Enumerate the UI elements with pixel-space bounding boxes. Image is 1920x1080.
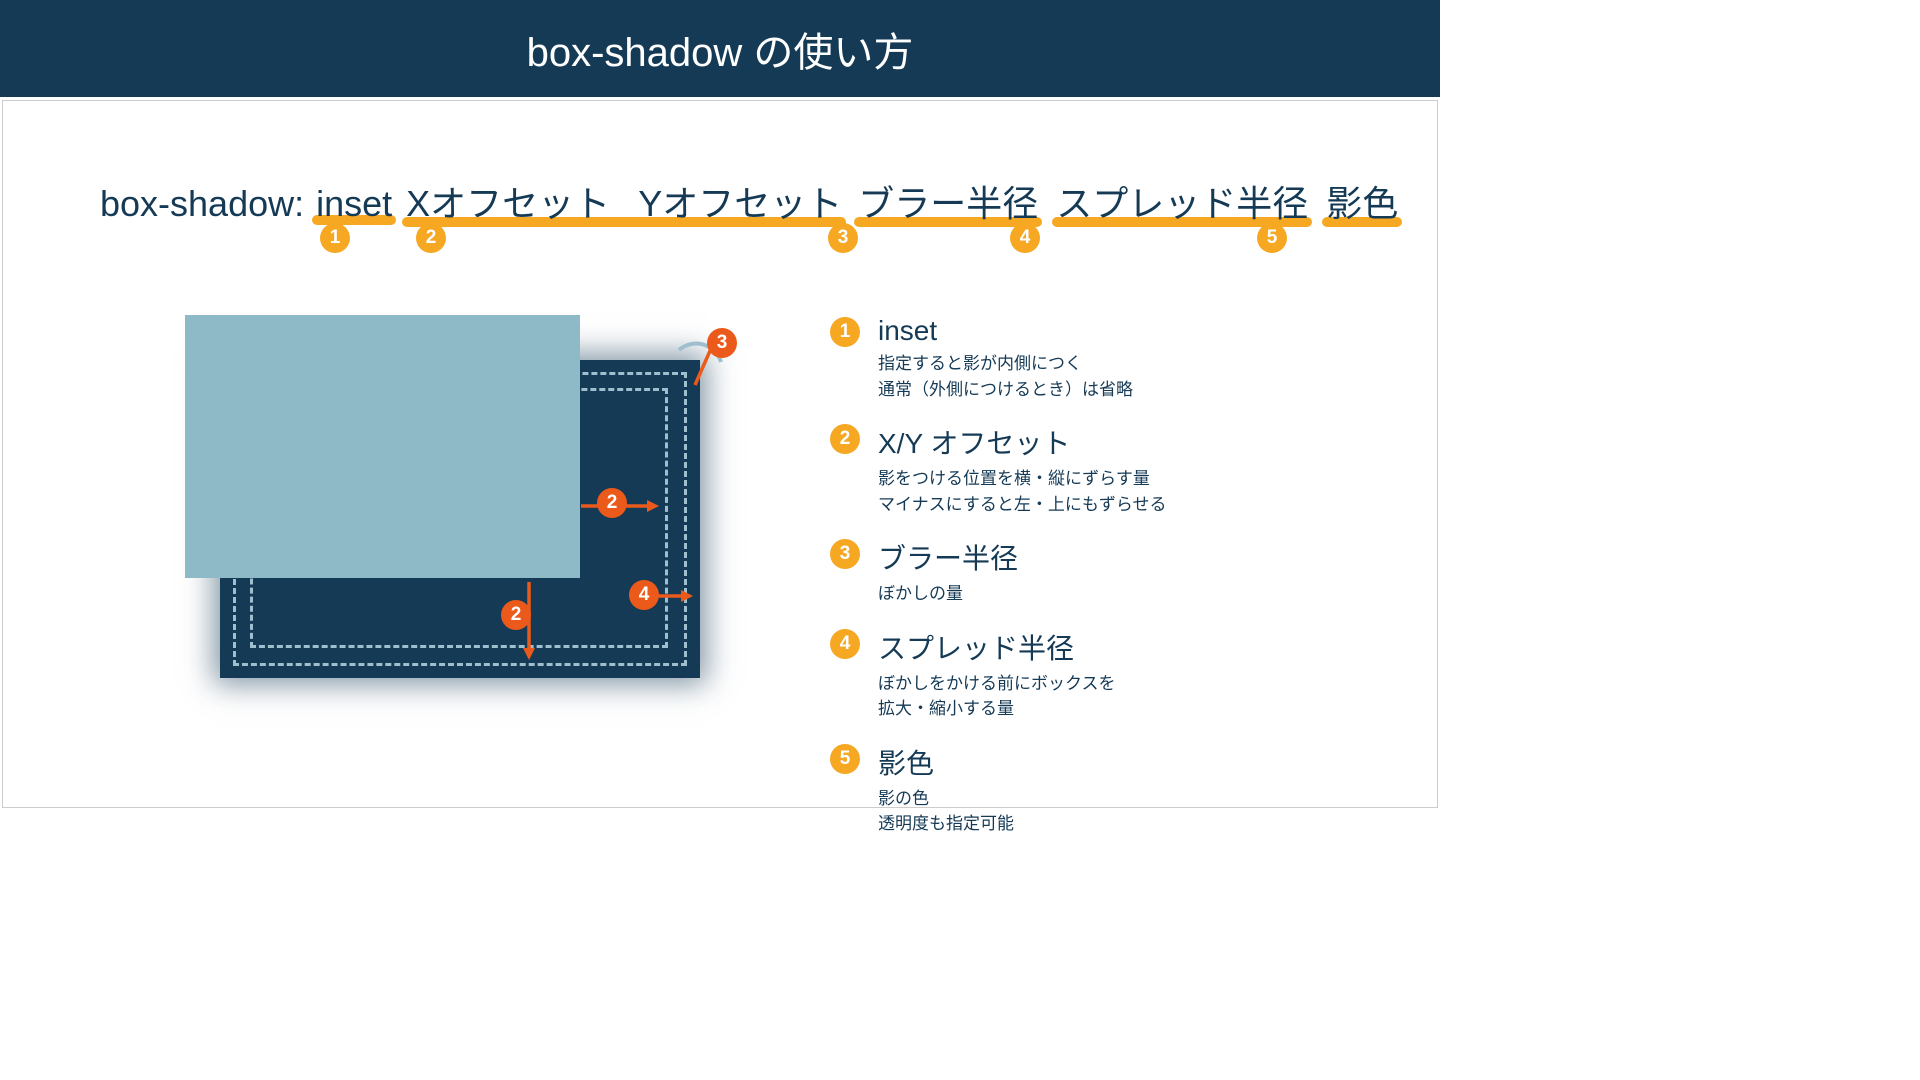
legend-title-blur: ブラー半径 [878,537,1018,577]
token-xoffset: Xオフセット [406,183,610,224]
token-blur: ブラー半径 [858,183,1038,224]
token-spread: スプレッド半径 [1056,183,1308,224]
page-header: box-shadow の使い方 [0,0,1440,97]
legend-desc-spread-a: ぼかしをかける前にボックスを [878,671,1116,697]
arrow-spread [653,588,693,604]
legend-item-blur: 3 ブラー半径 ぼかしの量 [830,537,1360,607]
legend-badge-5: 5 [830,744,860,774]
badge-inset-1: 1 [320,223,350,253]
token-yoffset: Yオフセット [638,183,842,224]
legend-desc-spread-b: 拡大・縮小する量 [878,696,1116,722]
badge-color-5: 5 [1257,223,1287,253]
legend-item-spread: 4 スプレッド半径 ぼかしをかける前にボックスを 拡大・縮小する量 [830,627,1360,722]
legend-badge-3: 3 [830,539,860,569]
badge-diagram-3: 3 [707,328,737,358]
badge-diagram-4: 4 [629,580,659,610]
syntax-row: box-shadow: inset Xオフセット Yオフセット ブラー半径 スプ… [100,175,1360,233]
legend-desc-inset-b: 通常（外側につけるとき）は省略 [878,377,1133,403]
legend-desc-blur-a: ぼかしの量 [878,581,1018,607]
legend-desc-offset-b: マイナスにすると左・上にもずらせる [878,492,1167,518]
badge-spread-4: 4 [1010,223,1040,253]
syntax-label: box-shadow: [100,183,304,225]
legend-title-spread: スプレッド半径 [878,627,1116,667]
legend-title-inset: inset [878,315,1133,347]
legend-desc-offset-a: 影をつける位置を横・縦にずらす量 [878,466,1167,492]
legend-item-color: 5 影色 影の色 透明度も指定可能 [830,742,1360,837]
badge-diagram-2x: 2 [597,488,627,518]
legend-item-offset: 2 X/Y オフセット 影をつける位置を横・縦にずらす量 マイナスにすると左・上… [830,422,1360,517]
legend: 1 inset 指定すると影が内側につく 通常（外側につけるとき）は省略 2 X… [830,315,1360,857]
shadow-diagram: 2 2 4 3 [175,310,735,730]
legend-desc-inset-a: 指定すると影が内側につく [878,351,1133,377]
legend-item-inset: 1 inset 指定すると影が内側につく 通常（外側につけるとき）は省略 [830,315,1360,402]
legend-desc-color-a: 影の色 [878,786,1014,812]
token-inset: inset [316,183,392,224]
legend-title-color: 影色 [878,742,1014,782]
token-color: 影色 [1326,183,1398,224]
legend-badge-1: 1 [830,317,860,347]
legend-title-offset: X/Y オフセット [878,422,1167,462]
badge-diagram-2y: 2 [501,600,531,630]
legend-badge-2: 2 [830,424,860,454]
badge-offset-2: 2 [416,223,446,253]
legend-badge-4: 4 [830,629,860,659]
page-title: box-shadow の使い方 [527,20,914,78]
badge-blur-3: 3 [828,223,858,253]
legend-desc-color-b: 透明度も指定可能 [878,811,1014,837]
source-box [185,315,580,578]
